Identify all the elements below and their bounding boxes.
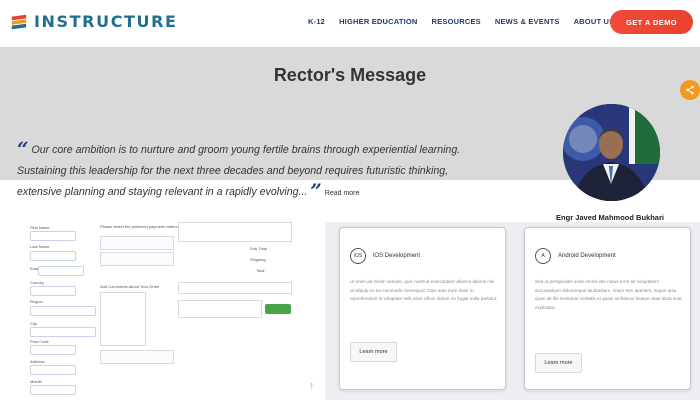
form-input	[30, 306, 96, 316]
rector-quote: “ Our core ambition is to nurture and gr…	[17, 137, 487, 204]
form-input	[30, 327, 96, 337]
close-quote-icon: ”	[310, 179, 322, 203]
service-card-ios: iOS iOS Development Ut enim ad minim ven…	[339, 227, 506, 390]
form-label: Post Code	[30, 339, 49, 344]
form-label: Region	[30, 299, 43, 304]
open-quote-icon: “	[17, 137, 29, 161]
nav-news-events[interactable]: NEWS & EVENTS	[495, 17, 560, 26]
form-input	[30, 251, 76, 261]
form-label: First Name	[30, 225, 50, 230]
form-label: Mobile	[30, 379, 42, 384]
nav-about-us[interactable]: ABOUT US	[574, 17, 615, 26]
form-input	[30, 286, 76, 296]
form-input	[30, 231, 76, 241]
instructure-logo-icon	[11, 14, 27, 29]
learn-more-button[interactable]: Learn more	[350, 342, 397, 362]
android-icon: A	[535, 248, 551, 264]
rector-name: Engr Javed Mahmood Bukhari	[556, 213, 664, 222]
form-text: Please select the preferred payment meth…	[100, 224, 179, 229]
form-label: City	[30, 321, 37, 326]
site-header: INSTRUCTURE K-12 HIGHER EDUCATION RESOUR…	[0, 0, 700, 47]
form-preview-image: First Name Last Name Email Country Regio…	[0, 222, 325, 400]
form-input	[30, 365, 76, 375]
form-confirm-button	[265, 304, 291, 314]
card-title: Android Development	[558, 253, 616, 259]
form-text: Total	[256, 268, 265, 273]
portrait-image	[563, 104, 660, 201]
form-label: Country	[30, 280, 45, 285]
logo-text: INSTRUCTURE	[34, 12, 178, 31]
form-coupon	[178, 282, 292, 294]
card-title: iOS Development	[373, 253, 421, 259]
page-title: Rector's Message	[273, 65, 427, 85]
card-body: Ut enim ad minim veniam, quis nostrud ex…	[350, 279, 498, 301]
get-a-demo-button[interactable]: GET A DEMO	[610, 10, 693, 34]
nav-higher-education[interactable]: HIGHER EDUCATION	[339, 17, 417, 26]
form-label: Address	[30, 359, 45, 364]
card-body: Sed ut perspiciatis unde omnis iste natu…	[535, 279, 682, 310]
share-button[interactable]	[680, 80, 700, 100]
form-coupon-input	[178, 300, 262, 318]
form-textarea	[100, 292, 146, 346]
form-cart-row	[178, 222, 292, 242]
nav-resources[interactable]: RESOURCES	[432, 17, 481, 26]
form-option	[100, 252, 174, 266]
service-card-android: A Android Development Sed ut perspiciati…	[524, 227, 691, 390]
form-label: Last Name	[30, 244, 50, 249]
arrow-up-icon[interactable]: ↑	[309, 380, 315, 392]
form-option	[100, 350, 174, 364]
ios-icon: iOS	[350, 248, 366, 264]
site-logo[interactable]: INSTRUCTURE	[10, 12, 178, 31]
form-input	[30, 345, 76, 355]
read-more-link[interactable]: Read more	[325, 190, 360, 197]
form-text: Shipping	[250, 257, 266, 262]
form-input	[30, 385, 76, 395]
share-icon	[686, 85, 694, 95]
rector-portrait	[563, 104, 660, 201]
form-text: Add Comments About Your Order	[100, 284, 160, 289]
form-input	[38, 266, 84, 276]
form-text: Sub-Total	[250, 246, 267, 251]
form-option	[100, 236, 174, 250]
main-nav: K-12 HIGHER EDUCATION RESOURCES NEWS & E…	[308, 17, 614, 26]
nav-k12[interactable]: K-12	[308, 17, 325, 26]
learn-more-button[interactable]: Learn more	[535, 353, 582, 373]
quote-text: Our core ambition is to nurture and groo…	[17, 144, 461, 198]
